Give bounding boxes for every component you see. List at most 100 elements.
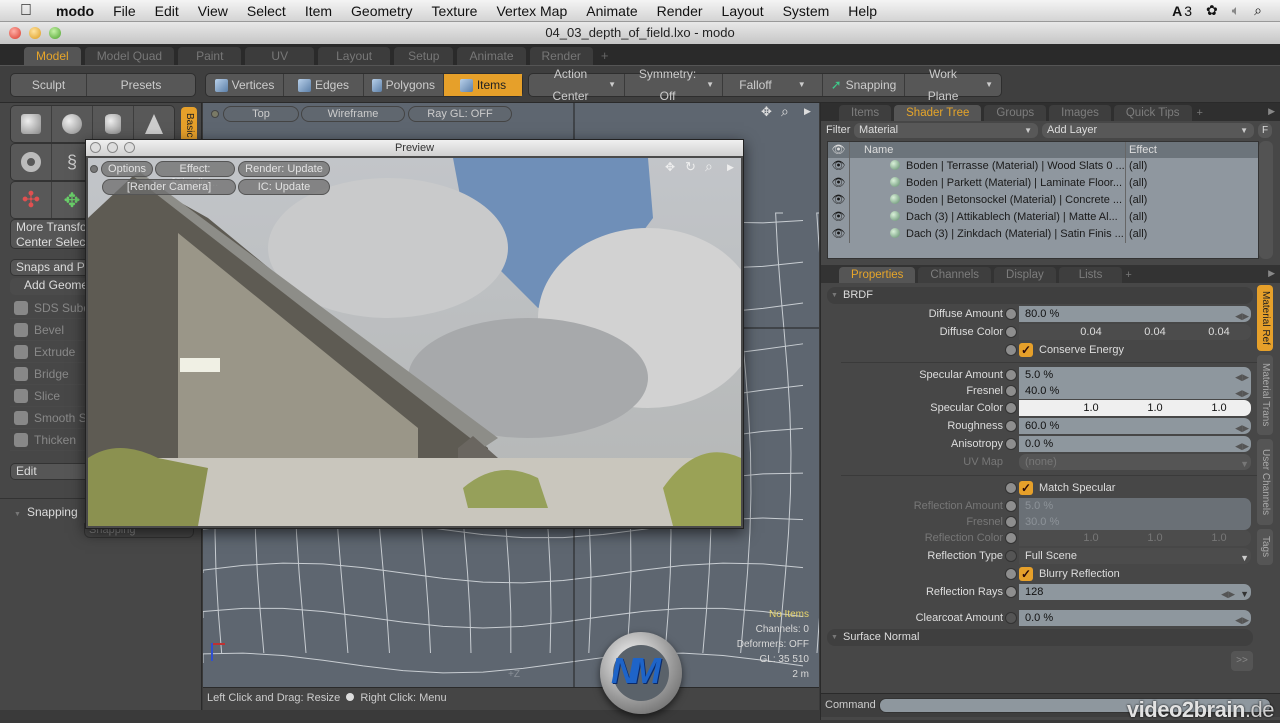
preview-rotate-icon[interactable]: ↻ xyxy=(685,159,696,175)
animate-channel-dot[interactable] xyxy=(1005,500,1017,512)
diffuse-color-b[interactable]: 0.04 xyxy=(1208,324,1229,340)
cone-tool-button[interactable] xyxy=(134,106,174,142)
preview-render-dropdown[interactable]: Render: Update xyxy=(238,161,330,177)
animate-channel-dot[interactable] xyxy=(1005,516,1017,528)
animate-channel-dot[interactable] xyxy=(1005,586,1017,598)
viewport-options-dot[interactable] xyxy=(211,110,219,118)
reflection-fresnel-field[interactable]: 30.0 % xyxy=(1019,514,1251,530)
tab-channels[interactable]: Channels xyxy=(918,267,992,283)
minimize-window-button[interactable] xyxy=(29,27,41,39)
side-tab-user-channels[interactable]: User Channels xyxy=(1257,439,1273,525)
polygons-mode-button[interactable]: Polygons xyxy=(364,74,444,96)
preview-zoom-button[interactable] xyxy=(124,142,135,153)
menu-texture[interactable]: Texture xyxy=(432,3,478,19)
reflection-color-g[interactable]: 1.0 xyxy=(1147,530,1162,546)
add-layer-dropdown[interactable]: Add Layer ▼ xyxy=(1042,123,1254,138)
side-tab-material-trans[interactable]: Material Trans xyxy=(1257,355,1273,435)
anisotropy-field[interactable]: 0.0 % ◀▶ xyxy=(1019,436,1251,452)
reflection-color-b[interactable]: 1.0 xyxy=(1211,530,1226,546)
presets-button[interactable]: Presets xyxy=(87,74,195,96)
reflection-amount-field[interactable]: 5.0 % xyxy=(1019,498,1251,514)
menu-select[interactable]: Select xyxy=(247,3,286,19)
visibility-eye-icon[interactable]: 👁︎ xyxy=(828,192,850,209)
tab-groups[interactable]: Groups xyxy=(984,105,1047,121)
snapping-section[interactable]: ▼ Snapping xyxy=(14,505,78,519)
reflection-color-field[interactable]: 1.0 1.0 1.0 xyxy=(1019,530,1251,546)
animate-channel-dot[interactable] xyxy=(1005,369,1017,381)
slider-arrows-icon[interactable]: ◀▶ xyxy=(1235,385,1249,401)
animate-channel-dot[interactable] xyxy=(1005,385,1017,397)
material-name[interactable]: Boden | Terrasse (Material) | Wood Slats… xyxy=(850,158,1126,175)
animate-channel-dot[interactable] xyxy=(1005,438,1017,450)
preview-options-button[interactable]: Options xyxy=(101,161,153,177)
animate-channel-dot[interactable] xyxy=(1005,568,1017,580)
vertices-mode-button[interactable]: Vertices xyxy=(206,74,284,96)
cube-tool-button[interactable] xyxy=(11,106,52,142)
apple-menu-icon[interactable]:  xyxy=(20,2,42,20)
menu-vertex-map[interactable]: Vertex Map xyxy=(496,3,567,19)
chevron-down-icon[interactable]: ▼ xyxy=(1240,586,1249,602)
close-window-button[interactable] xyxy=(9,27,21,39)
preview-camera-dropdown[interactable]: [Render Camera] xyxy=(102,179,236,195)
specular-amount-field[interactable]: 5.0 % ◀▶ xyxy=(1019,367,1251,383)
blurry-reflection-checkbox[interactable]: ✓ xyxy=(1019,567,1033,581)
menu-modo[interactable]: modo xyxy=(56,3,94,19)
volume-icon[interactable]: 🔈︎ xyxy=(1232,2,1240,19)
animate-channel-dot[interactable] xyxy=(1005,326,1017,338)
filter-dropdown[interactable]: Material ▼ xyxy=(854,123,1038,138)
diffuse-color-r[interactable]: 0.04 xyxy=(1080,324,1101,340)
slider-arrows-icon[interactable]: ◀▶ xyxy=(1235,612,1249,628)
panel-menu-arrow-icon[interactable]: ▶ xyxy=(1268,106,1275,117)
specular-color-r[interactable]: 1.0 xyxy=(1083,400,1098,416)
menu-geometry[interactable]: Geometry xyxy=(351,3,412,19)
clearcoat-amount-field[interactable]: 0.0 % ◀▶ xyxy=(1019,610,1251,626)
diffuse-color-field[interactable]: 0.04 0.04 0.04 xyxy=(1019,324,1251,340)
tab-model[interactable]: Model xyxy=(24,47,81,65)
tab-display[interactable]: Display xyxy=(994,267,1056,283)
reflection-rays-field[interactable]: 128 ◀▶ ▼ xyxy=(1019,584,1251,600)
shader-tree-scrollbar[interactable] xyxy=(1259,141,1273,259)
zoom-window-button[interactable] xyxy=(49,27,61,39)
cylinder-tool-button[interactable] xyxy=(93,106,134,142)
fresnel-field[interactable]: 40.0 % ◀▶ xyxy=(1019,383,1251,399)
work-plane-dropdown[interactable]: Work Plane ▼ xyxy=(905,67,1001,103)
sphere-tool-button[interactable] xyxy=(52,106,93,142)
specular-color-b[interactable]: 1.0 xyxy=(1211,400,1226,416)
tab-paint[interactable]: Paint xyxy=(178,47,242,65)
shader-tree-row[interactable]: 👁︎ Boden | Terrasse (Material) | Wood Sla… xyxy=(828,158,1258,175)
menu-system[interactable]: System xyxy=(783,3,830,19)
shader-tree-row[interactable]: 👁︎ Boden | Parkett (Material) | Laminate … xyxy=(828,175,1258,192)
menu-animate[interactable]: Animate xyxy=(586,3,637,19)
animate-channel-dot[interactable] xyxy=(1005,308,1017,320)
tab-setup[interactable]: Setup xyxy=(394,47,454,65)
side-tab-tags[interactable]: Tags xyxy=(1257,529,1273,565)
adobe-icon[interactable]: A3 xyxy=(1172,3,1192,19)
f-button[interactable]: F xyxy=(1258,123,1272,138)
preview-pan-icon[interactable]: ✥ xyxy=(665,160,675,174)
symmetry-dropdown[interactable]: Symmetry: Off ▼ xyxy=(625,67,723,103)
animate-channel-dot[interactable] xyxy=(1005,420,1017,432)
tab-items[interactable]: Items xyxy=(839,105,892,121)
effect-column-header[interactable]: Effect xyxy=(1126,142,1157,158)
material-name[interactable]: Dach (3) | Attikablech (Material) | Matt… xyxy=(850,209,1126,226)
preview-minimize-button[interactable] xyxy=(107,142,118,153)
tab-shader-tree[interactable]: Shader Tree xyxy=(894,105,982,121)
properties-menu-arrow-icon[interactable]: ▶ xyxy=(1268,268,1275,279)
visibility-eye-icon[interactable]: 👁︎ xyxy=(828,226,850,243)
preview-menu-arrow-icon[interactable]: ▶ xyxy=(727,162,734,173)
shader-tree-row[interactable]: 👁︎ Boden | Betonsockel (Material) | Concr… xyxy=(828,192,1258,209)
menu-item[interactable]: Item xyxy=(305,3,332,19)
slider-arrows-icon[interactable]: ◀▶ xyxy=(1235,438,1249,454)
preview-ic-dropdown[interactable]: IC: Update xyxy=(238,179,330,195)
roughness-field[interactable]: 60.0 % ◀▶ xyxy=(1019,418,1251,434)
menu-render[interactable]: Render xyxy=(657,3,703,19)
material-name[interactable]: Boden | Parkett (Material) | Laminate Fl… xyxy=(850,175,1126,192)
diffuse-amount-field[interactable]: 80.0 % ◀▶ xyxy=(1019,306,1251,322)
diffuse-color-g[interactable]: 0.04 xyxy=(1144,324,1165,340)
transform-tool-button[interactable]: ✣ xyxy=(11,182,52,218)
tab-uv[interactable]: UV xyxy=(245,47,315,65)
shading-mode-dropdown[interactable]: Wireframe xyxy=(301,106,405,122)
material-name[interactable]: Dach (3) | Zinkdach (Material) | Satin F… xyxy=(850,226,1126,243)
preview-options-dot[interactable] xyxy=(90,165,98,173)
menu-edit[interactable]: Edit xyxy=(155,3,179,19)
